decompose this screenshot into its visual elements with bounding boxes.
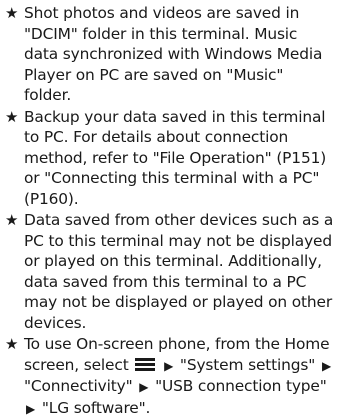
star-icon: ★ — [5, 335, 19, 353]
right-triangle-icon: ▶ — [139, 380, 149, 394]
step-lg-software: "LG software". — [41, 398, 151, 417]
note-text: Backup your data saved in this terminal … — [24, 107, 327, 208]
star-icon: ★ — [5, 211, 19, 229]
manual-page: ★ Shot photos and videos are saved in "D… — [0, 0, 338, 417]
right-triangle-icon: ▶ — [321, 358, 332, 373]
notes-list: ★ Shot photos and videos are saved in "D… — [5, 3, 334, 419]
note-item: ★ Shot photos and videos are saved in "D… — [5, 3, 334, 106]
right-triangle-icon: ▶ — [164, 358, 174, 373]
note-text: Shot photos and videos are saved in "DCI… — [24, 4, 323, 104]
note-item: ★ Backup your data saved in this termina… — [5, 107, 334, 210]
note-item: ★ Data saved from other devices such as … — [5, 210, 334, 333]
right-triangle-icon: ▶ — [26, 401, 36, 416]
step-connectivity: "Connectivity" — [24, 377, 133, 395]
star-icon: ★ — [5, 4, 19, 22]
note-text: Data saved from other devices such as a … — [24, 211, 334, 332]
step-system-settings: "System settings" — [179, 355, 316, 374]
star-icon: ★ — [5, 107, 19, 126]
step-usb-connection-type: "USB connection type" — [155, 377, 327, 395]
note-item: ★ To use On-screen phone, from the Home … — [5, 334, 334, 419]
menu-icon — [135, 357, 156, 371]
